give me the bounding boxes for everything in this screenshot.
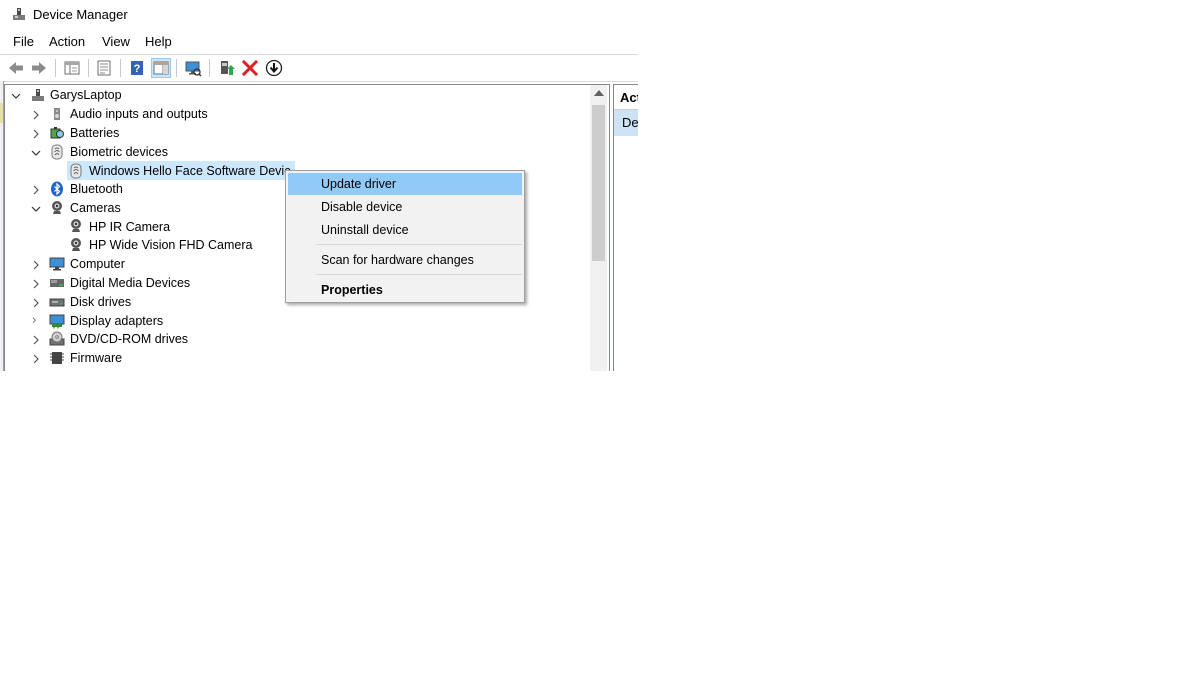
menu-item-uninstall-device[interactable]: Uninstall device [288, 219, 522, 241]
computer-tower-icon [30, 87, 46, 103]
menu-item-disable-device[interactable]: Disable device [288, 196, 522, 218]
menu-file[interactable]: File [13, 34, 34, 49]
actions-pane-selected-item[interactable]: Dev [614, 110, 638, 136]
media-device-icon [49, 275, 65, 291]
menu-item-properties[interactable]: Properties [288, 279, 522, 301]
menu-separator [316, 274, 522, 275]
camera-icon [68, 218, 84, 234]
expand-chevron-icon[interactable] [31, 185, 41, 195]
monitor-icon [49, 256, 65, 272]
expand-chevron-icon[interactable] [31, 317, 41, 327]
device-manager-icon [11, 6, 27, 22]
fingerprint-icon [49, 144, 65, 160]
disk-drive-icon [49, 294, 65, 310]
svg-text:?: ? [134, 63, 141, 75]
show-hide-console-tree-icon[interactable] [62, 58, 82, 78]
properties-icon[interactable] [94, 58, 114, 78]
toolbar: ? [0, 54, 638, 82]
toolbar-separator [176, 59, 177, 77]
show-hide-action-pane-icon[interactable] [151, 58, 171, 78]
firmware-icon [49, 350, 65, 366]
fingerprint-icon [68, 163, 84, 179]
battery-icon [49, 125, 65, 141]
expand-chevron-icon[interactable] [31, 110, 41, 120]
disable-icon[interactable] [264, 58, 284, 78]
toolbar-separator [55, 59, 56, 77]
tree-item-label[interactable]: Biometric devices [70, 145, 168, 159]
expand-chevron-icon[interactable] [31, 279, 41, 289]
tree-scrollbar[interactable] [590, 85, 607, 371]
camera-icon [49, 200, 65, 216]
tree-item-label[interactable]: Display adapters [70, 314, 163, 328]
tree-item-label-selected[interactable]: Windows Hello Face Software Devic [89, 164, 290, 178]
tree-item-label[interactable]: Digital Media Devices [70, 276, 190, 290]
tree-item-label[interactable]: DVD/CD-ROM drives [70, 332, 188, 346]
help-icon[interactable]: ? [127, 58, 147, 78]
scrollbar-thumb[interactable] [592, 105, 605, 261]
collapse-chevron-icon[interactable] [31, 148, 41, 158]
tree-item-label[interactable]: Batteries [70, 126, 119, 140]
update-driver-icon[interactable] [216, 58, 236, 78]
toolbar-separator [209, 59, 210, 77]
expand-chevron-icon[interactable] [31, 354, 41, 364]
collapse-chevron-icon[interactable] [31, 204, 41, 214]
actions-pane-header: Act [614, 85, 638, 110]
bluetooth-icon [49, 181, 65, 197]
camera-icon [68, 237, 84, 253]
expand-chevron-icon[interactable] [31, 298, 41, 308]
back-icon[interactable] [6, 58, 26, 78]
menu-separator [316, 244, 522, 245]
context-menu: Update driver Disable device Uninstall d… [285, 170, 525, 303]
toolbar-separator [88, 59, 89, 77]
device-manager-window: Device Manager File Action View Help ? G… [0, 0, 638, 371]
tree-item-label[interactable]: Disk drives [70, 295, 131, 309]
window-title: Device Manager [33, 7, 128, 22]
title-bar[interactable]: Device Manager [0, 0, 638, 30]
tree-item-label[interactable]: Bluetooth [70, 182, 123, 196]
menu-action[interactable]: Action [49, 34, 85, 49]
actions-pane: Act Dev [613, 84, 638, 371]
collapse-chevron-icon[interactable] [11, 91, 21, 101]
menu-help[interactable]: Help [145, 34, 172, 49]
toolbar-separator [120, 59, 121, 77]
tree-item-label[interactable]: Computer [70, 257, 125, 271]
dvd-drive-icon [49, 331, 65, 347]
tree-item-label[interactable]: Cameras [70, 201, 121, 215]
menu-item-update-driver[interactable]: Update driver [288, 173, 522, 195]
tree-item-label[interactable]: HP IR Camera [89, 220, 170, 234]
menu-item-scan-hardware[interactable]: Scan for hardware changes [288, 249, 522, 271]
scroll-up-arrow-icon[interactable] [594, 90, 604, 96]
tree-root-label[interactable]: GarysLaptop [50, 88, 122, 102]
speaker-icon [49, 106, 65, 122]
menu-bar: File Action View Help [0, 31, 638, 53]
scan-hardware-icon[interactable] [183, 58, 203, 78]
forward-icon[interactable] [29, 58, 49, 78]
tree-item-label[interactable]: Audio inputs and outputs [70, 107, 208, 121]
display-adapter-icon [49, 313, 65, 329]
expand-chevron-icon[interactable] [31, 260, 41, 270]
tree-item-label[interactable]: Firmware [70, 351, 122, 365]
tree-item-label[interactable]: HP Wide Vision FHD Camera [89, 238, 252, 252]
uninstall-icon[interactable] [240, 58, 260, 78]
menu-view[interactable]: View [102, 34, 130, 49]
expand-chevron-icon[interactable] [31, 335, 41, 345]
expand-chevron-icon[interactable] [31, 129, 41, 139]
